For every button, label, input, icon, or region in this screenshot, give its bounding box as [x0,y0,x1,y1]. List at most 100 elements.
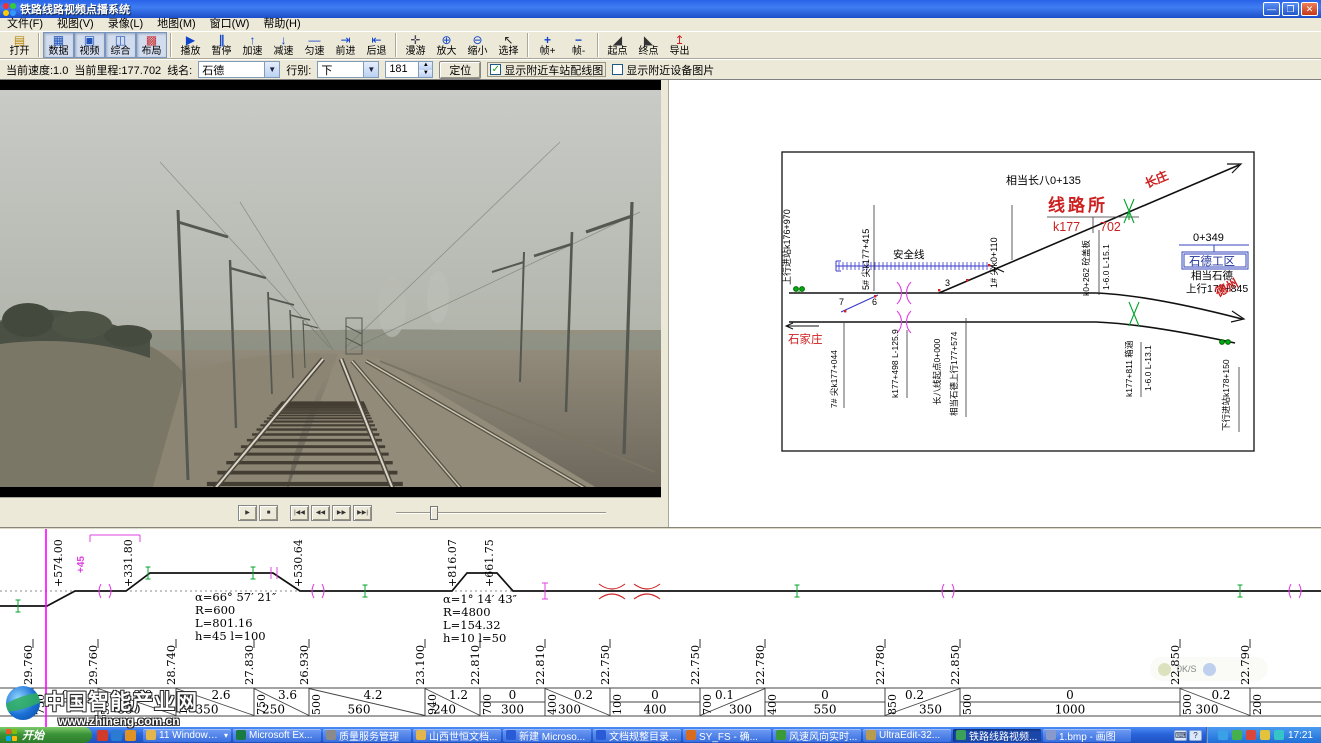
play-button[interactable]: ▶ [238,505,257,521]
taskbar-window-excel[interactable]: Microsoft Ex... [233,729,321,742]
menu-item-2[interactable]: 录像(L) [101,18,150,31]
elevation-label: 22.850 [1168,645,1182,685]
toolbar-button-pause[interactable]: ∥暂停 [206,32,237,58]
toolbar-button-layout-view[interactable]: ▩布局 [136,32,167,58]
toolbar-button-step-back[interactable]: ⇤后退 [361,32,392,58]
diagram-label-work-area: 石德工区 [1189,254,1235,268]
keyboard-icon[interactable]: ⌨ [1174,730,1187,741]
quick-launch-icon[interactable] [111,730,122,741]
toolbar-button-frame-plus[interactable]: +帧+ [532,32,563,58]
toolbar-button-combined-view[interactable]: ◫综合 [105,32,136,58]
taskbar-window-folder-group[interactable]: 11 Windows ...▾ [143,729,231,742]
direction-select[interactable]: 下 ▼ [317,61,379,78]
minimize-button[interactable]: — [1263,2,1280,16]
taskbar-window-railway-app[interactable]: 铁路线路视频... [953,729,1041,742]
close-button[interactable]: ✕ [1301,2,1318,16]
spinner-up-icon[interactable]: ▲ [419,62,432,70]
chevron-down-icon[interactable]: ▼ [264,62,279,77]
toolbar-button-label: 前进 [336,46,356,57]
menu-item-4[interactable]: 窗口(W) [203,18,257,31]
station-diagram-checkbox[interactable]: ✓ [490,64,501,75]
locate-button[interactable]: 定位 [439,61,481,79]
toolbar-button-open-folder[interactable]: ▤打开 [4,32,35,58]
restore-button[interactable]: ❐ [1282,2,1299,16]
chevron-down-icon[interactable]: ▼ [363,62,378,77]
taskbar-window-label: 山西世恒文档... [429,728,497,743]
taskbar-window-word[interactable]: 新建 Microso... [503,729,591,742]
grade-value: 0 [509,688,517,702]
parameter-bar: 当前速度:1.0 当前里程:177.702 线名: 石德 ▼ 行别: 下 ▼ 1… [0,59,1321,80]
toolbar-button-speed-up[interactable]: ↑加速 [237,32,268,58]
line-profile-panel: 0K/S [0,527,1321,727]
elevation-label: 29.760 [21,645,35,685]
toolbar-button-uniform-speed[interactable]: —匀速 [299,32,330,58]
taskbar-window-gear[interactable]: 质量服务管理 [323,729,411,742]
toolbar-button-pan[interactable]: ✛漫游 [400,32,431,58]
menu-item-0[interactable]: 文件(F) [0,18,50,31]
first-frame-button[interactable]: |◀◀ [290,505,309,521]
toolbar-button-zoom-out[interactable]: ⊖缩小 [462,32,493,58]
toolbar-button-zoom-in[interactable]: ⊕放大 [431,32,462,58]
seek-track [396,512,606,514]
taskbar-window-label: Microsoft Ex... [249,730,312,741]
toolbar-button-frame-minus[interactable]: −帧- [563,32,594,58]
menu-item-3[interactable]: 地图(M) [150,18,203,31]
toolbar-button-start-point[interactable]: ◢起点 [602,32,633,58]
taskbar-window-word[interactable]: 文档规整目录... [593,729,681,742]
speed-down-icon: ↓ [281,34,287,46]
app-icon [3,3,16,16]
stop-button[interactable]: ■ [259,505,278,521]
toolbar-button-export[interactable]: ↥导出 [664,32,695,58]
taskbar-window-ultraedit[interactable]: UltraEdit-32... [863,729,951,742]
tray-icon[interactable] [1260,730,1270,740]
last-frame-button[interactable]: ▶▶| [353,505,372,521]
taskbar-window-label: 风速风向实时... [789,728,857,743]
taskbar-window-folder[interactable]: 山西世恒文档... [413,729,501,742]
toolbar-button-end-point[interactable]: ◣终点 [633,32,664,58]
toolbar-separator [395,33,397,57]
tray-icon[interactable] [1232,730,1242,740]
seek-thumb[interactable] [430,506,438,520]
tray-icon[interactable] [1274,730,1284,740]
quick-launch-icon[interactable] [125,730,136,741]
fast-forward-button[interactable]: ▶▶ [332,505,351,521]
grade-value: 3.6 [278,688,297,702]
toolbar-button-speed-down[interactable]: ↓减速 [268,32,299,58]
toolbar-button-step-forward[interactable]: ⇥前进 [330,32,361,58]
taskbar-window-paint[interactable]: 1.bmp - 画图 [1043,729,1131,742]
toolbar-button-select[interactable]: ↖选择 [493,32,524,58]
toolbar-button-label: 终点 [639,46,659,57]
toolbar-button-play[interactable]: ▶播放 [175,32,206,58]
grade-value: 4.2 [363,688,382,702]
taskbar-window-wind-app[interactable]: 风速风向实时... [773,729,861,742]
taskbar-window-label: 1.bmp - 画图 [1059,728,1116,743]
elevation-label: 28.740 [164,645,178,685]
seek-slider[interactable] [396,506,606,520]
spinner-down-icon[interactable]: ▼ [419,70,432,78]
diagram-label-culvert-k177811: k177+811 箱涵 [1124,341,1134,397]
toolbar-button-video-view[interactable]: ▣视频 [74,32,105,58]
grade-length: 350 [118,703,141,717]
quick-launch-icon[interactable] [97,730,108,741]
frame-spinner[interactable]: 181 ▲ ▼ [385,61,433,78]
toolbar: ▤打开 ▦数据▣视频◫综合▩布局 ▶播放∥暂停↑加速↓减速—匀速⇥前进⇤后退 ✛漫游⊕… [0,31,1321,59]
start-button[interactable]: 开始 [0,727,92,743]
line-name-select[interactable]: 石德 ▼ [198,61,280,78]
grade-length: 400 [644,703,667,717]
equipment-photo-checkbox[interactable] [612,64,623,75]
start-point-icon: ◢ [613,34,622,46]
tray-icon[interactable] [1246,730,1256,740]
toolbar-button-label: 放大 [437,46,457,57]
toolbar-button-data-view[interactable]: ▦数据 [43,32,74,58]
boundary-meter: 400 [766,694,779,715]
elevation-label: 23.100 [413,645,427,685]
menu-item-1[interactable]: 视图(V) [50,18,101,31]
video-controls: ▶ ■ |◀◀ ◀◀ ▶▶ ▶▶| [0,497,661,527]
help-icon[interactable]: ? [1189,730,1202,741]
menu-item-5[interactable]: 帮助(H) [256,18,307,31]
taskbar-window-media-player[interactable]: SY_FS - 确... [683,729,771,742]
toolbar-button-label: 起点 [608,46,628,57]
tray-icon[interactable] [1218,730,1228,740]
rewind-button[interactable]: ◀◀ [311,505,330,521]
diagram-label-shijiazhuang: 石家庄 [788,332,823,346]
